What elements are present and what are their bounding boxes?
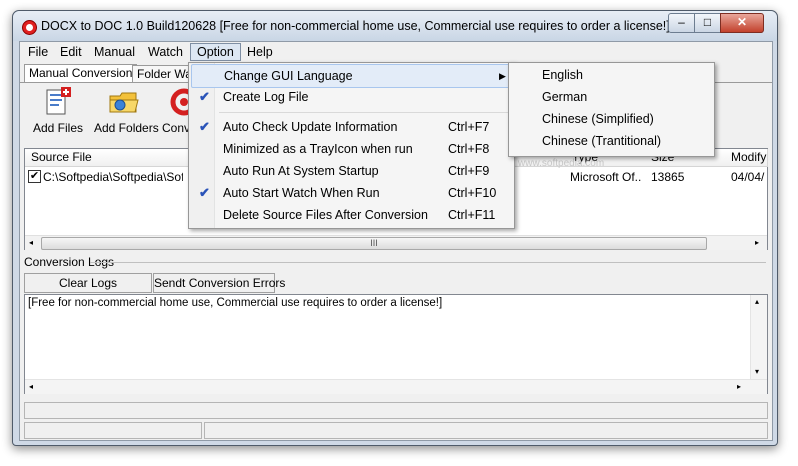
watermark: www.softpedia.com: [518, 158, 605, 169]
menu-item-label: Auto Start Watch When Run: [223, 186, 380, 200]
language-german[interactable]: German: [542, 86, 587, 108]
menu-item-shortcut: Ctrl+F10: [448, 186, 497, 200]
send-errors-button[interactable]: Sendt Conversion Errors: [153, 273, 285, 293]
scroll-up-icon[interactable]: ▴: [755, 297, 759, 306]
menu-item-label: Auto Check Update Information: [223, 120, 398, 134]
submenu-arrow-icon: ▶: [499, 71, 506, 81]
check-icon: ✔: [199, 119, 210, 134]
add-files-button[interactable]: Add Files: [28, 86, 88, 135]
column-modify[interactable]: Modify: [725, 149, 768, 167]
add-folders-button[interactable]: Add Folders: [94, 86, 159, 135]
list-horizontal-scrollbar[interactable]: ◂ III ▸: [25, 235, 767, 250]
add-files-label: Add Files: [32, 121, 84, 135]
add-folders-label: Add Folders: [94, 121, 159, 135]
menu-item-shortcut: Ctrl+F11: [448, 208, 496, 222]
tab-manual-conversion[interactable]: Manual Conversion: [24, 64, 138, 83]
menu-item-shortcut: Ctrl+F7: [448, 120, 490, 134]
menu-edit[interactable]: Edit: [54, 44, 88, 60]
menu-item-delete-source-files[interactable]: Delete Source Files After Conversion Ctr…: [191, 204, 512, 226]
window-title: DOCX to DOC 1.0 Build120628 [Free for no…: [41, 19, 670, 33]
menu-bar: File Edit Manual Watch Option Help: [20, 42, 772, 62]
log-vertical-scrollbar[interactable]: ▴ ▾: [750, 295, 767, 379]
menu-item-minimize-trayicon[interactable]: Minimized as a TrayIcon when run Ctrl+F8: [191, 138, 512, 160]
log-horizontal-scrollbar[interactable]: ◂ ▸: [25, 379, 767, 394]
menu-item-auto-check-update[interactable]: ✔ Auto Check Update Information Ctrl+F7: [191, 116, 512, 138]
menu-item-shortcut: Ctrl+F9: [448, 164, 490, 178]
add-files-icon: [42, 86, 74, 118]
menu-item-create-log-file[interactable]: ✔ Create Log File: [191, 86, 512, 108]
language-english[interactable]: English: [542, 64, 583, 86]
menu-item-label: Create Log File: [223, 90, 309, 104]
add-folders-icon: [108, 86, 140, 118]
log-scroll-left-icon[interactable]: ◂: [29, 382, 33, 391]
log-textarea[interactable]: [Free for non-commercial home use, Comme…: [24, 294, 768, 394]
logs-divider: [90, 262, 766, 263]
menu-help[interactable]: Help: [241, 44, 279, 60]
menu-option[interactable]: Option: [190, 43, 241, 61]
check-icon: ✔: [199, 185, 210, 200]
menu-item-change-gui-language[interactable]: Change GUI Language ▶: [191, 64, 514, 88]
menu-item-label: Minimized as a TrayIcon when run: [223, 142, 413, 156]
menu-item-auto-start-watch[interactable]: ✔ Auto Start Watch When Run Ctrl+F10: [191, 182, 512, 204]
row-type-cell[interactable]: Microsoft Of...: [570, 169, 642, 185]
language-submenu: English German Chinese (Simplified) Chin…: [508, 62, 715, 157]
menu-item-label: Auto Run At System Startup: [223, 164, 379, 178]
scroll-left-icon[interactable]: ◂: [29, 238, 33, 247]
menu-item-shortcut: Ctrl+F8: [448, 142, 490, 156]
row-checkbox[interactable]: ✔: [28, 170, 41, 183]
maximize-button[interactable]: □: [694, 13, 721, 33]
title-bar[interactable]: DOCX to DOC 1.0 Build120628 [Free for no…: [13, 11, 777, 41]
check-icon: ✔: [199, 89, 210, 104]
progress-bar: [24, 402, 768, 419]
status-panel-right: [204, 422, 768, 439]
menu-item-label: Change GUI Language: [224, 69, 353, 83]
log-text: [Free for non-commercial home use, Comme…: [28, 297, 443, 309]
scroll-right-icon[interactable]: ▸: [755, 238, 759, 247]
row-source-cell[interactable]: C:\Softpedia\Softpedia\Softp: [43, 169, 183, 185]
menu-watch[interactable]: Watch: [142, 44, 189, 60]
log-scroll-right-icon[interactable]: ▸: [737, 382, 741, 391]
menu-file[interactable]: File: [22, 44, 54, 60]
menu-item-label: Delete Source Files After Conversion: [223, 208, 428, 222]
scroll-down-icon[interactable]: ▾: [755, 367, 759, 376]
row-size-cell[interactable]: 13865: [651, 169, 684, 185]
menu-separator: [219, 112, 510, 113]
language-chinese-traditional[interactable]: Chinese (Trantitional): [542, 130, 661, 152]
close-button[interactable]: ✕: [720, 13, 764, 33]
option-menu: Change GUI Language ▶ ✔ Create Log File …: [188, 62, 515, 229]
app-icon: [22, 20, 37, 35]
minimize-button[interactable]: –: [668, 13, 695, 33]
clear-logs-button[interactable]: Clear Logs: [24, 273, 152, 293]
row-modify-cell[interactable]: 04/04/: [731, 169, 767, 185]
list-scroll-thumb[interactable]: III: [41, 237, 707, 250]
language-chinese-simplified[interactable]: Chinese (Simplified): [542, 108, 654, 130]
menu-manual[interactable]: Manual: [88, 44, 141, 60]
menu-item-auto-run-startup[interactable]: Auto Run At System Startup Ctrl+F9: [191, 160, 512, 182]
status-panel-left: [24, 422, 202, 439]
